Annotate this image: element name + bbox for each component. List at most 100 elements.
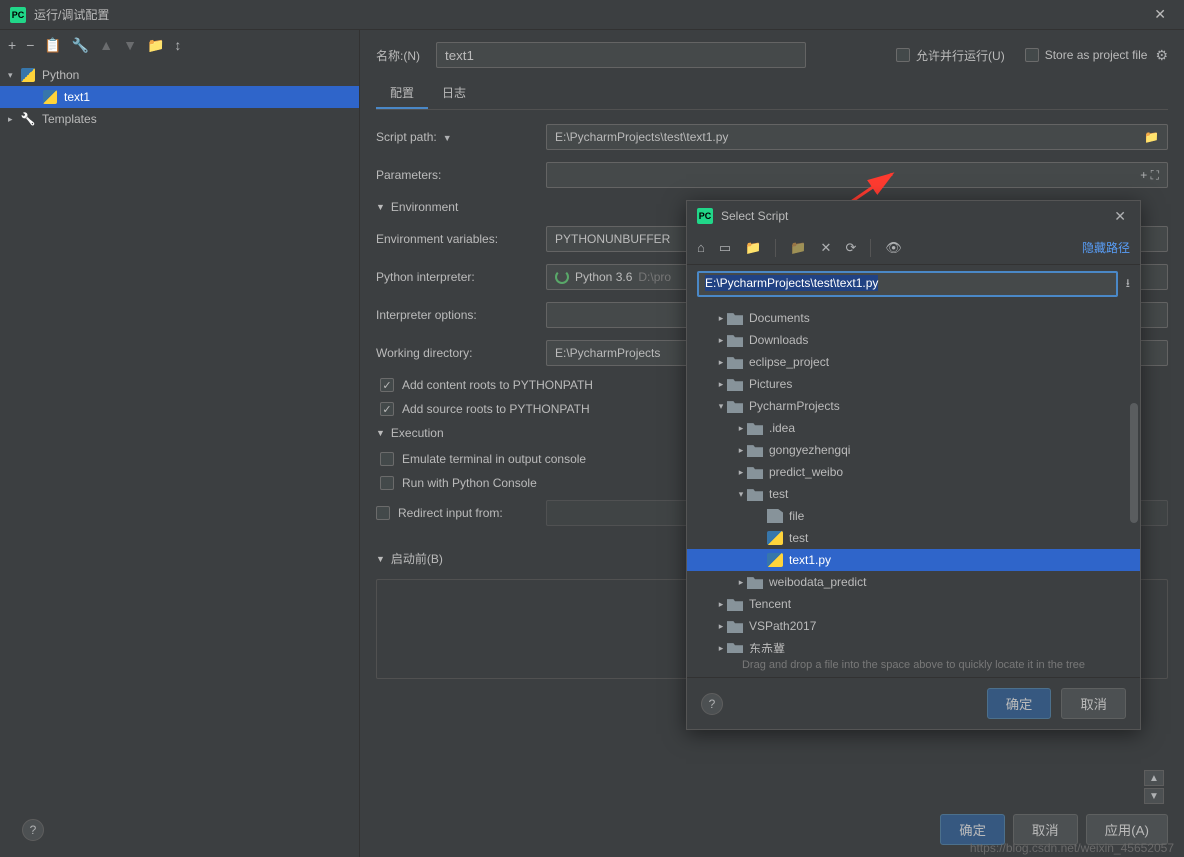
remove-icon[interactable]: − <box>26 37 34 53</box>
add-icon[interactable]: + <box>8 37 16 53</box>
select-script-dialog: PC Select Script ✕ ⌂ ▭ 📁 📁 ✕ ⟳ 👁 隐藏路径 E:… <box>686 200 1141 730</box>
scroll-down-icon[interactable]: ▼ <box>1144 788 1164 804</box>
tree-item-label: file <box>789 509 804 523</box>
tree-item-label: 东赤冀 <box>749 640 785 654</box>
tree-text1[interactable]: text1 <box>0 86 359 108</box>
script-path-label: Script path:▼ <box>376 130 546 144</box>
dialog-title: Select Script <box>721 209 1110 223</box>
tree-python[interactable]: ▾ Python <box>0 64 359 86</box>
sidebar: + − 📋 🔧 ▲ ▼ 📁 ↕ ▾ Python text1 ▸ Templat… <box>0 30 360 857</box>
close-icon[interactable]: ✕ <box>1146 2 1174 27</box>
tree-item[interactable]: ▸eclipse_project <box>687 351 1140 373</box>
sidebar-toolbar: + − 📋 🔧 ▲ ▼ 📁 ↕ <box>0 30 359 60</box>
sort-icon[interactable]: ↕ <box>174 37 181 53</box>
browse-icon[interactable]: 📁 <box>1144 130 1159 144</box>
checkbox-icon[interactable] <box>376 506 390 520</box>
folder-icon <box>727 597 743 611</box>
tree-item[interactable]: ▾PycharmProjects <box>687 395 1140 417</box>
tree-item[interactable]: ▸Pictures <box>687 373 1140 395</box>
tree-item[interactable]: ▸predict_weibo <box>687 461 1140 483</box>
tree-item[interactable]: ▸Downloads <box>687 329 1140 351</box>
tree-item-label: Tencent <box>749 597 791 611</box>
tree-item[interactable]: test <box>687 527 1140 549</box>
name-label: 名称:(N) <box>376 47 436 64</box>
tree-item[interactable]: text1.py <box>687 549 1140 571</box>
env-vars-label: Environment variables: <box>376 232 546 246</box>
checkbox-icon[interactable] <box>380 378 394 392</box>
desktop-icon[interactable]: ▭ <box>719 240 731 256</box>
wrench-icon <box>20 111 36 127</box>
refresh-icon[interactable]: ⟳ <box>845 240 856 256</box>
tree-item[interactable]: ▸.idea <box>687 417 1140 439</box>
folder-icon <box>727 377 743 391</box>
folder-icon <box>727 333 743 347</box>
file-tree[interactable]: ▸Documents▸Downloads▸eclipse_project▸Pic… <box>687 303 1140 653</box>
workdir-label: Working directory: <box>376 346 546 360</box>
folder-icon <box>747 443 763 457</box>
dialog-ok-button[interactable]: 确定 <box>987 688 1052 719</box>
checkbox-icon[interactable] <box>380 476 394 490</box>
up-icon[interactable]: ▲ <box>99 37 113 53</box>
help-button[interactable]: ? <box>701 693 723 715</box>
window-title: 运行/调试配置 <box>34 6 1146 23</box>
dialog-hint: Drag and drop a file into the space abov… <box>687 653 1140 677</box>
arrow-icon: ▸ <box>735 423 747 434</box>
arrow-icon: ▸ <box>715 357 727 368</box>
arrow-icon: ▾ <box>735 489 747 500</box>
close-icon[interactable]: ✕ <box>1110 208 1130 225</box>
script-path-input[interactable]: E:\PycharmProjects\test\text1.py 📁 <box>546 124 1168 150</box>
tab-config[interactable]: 配置 <box>376 78 428 109</box>
scroll-up-icon[interactable]: ▲ <box>1144 770 1164 786</box>
home-icon[interactable]: ⌂ <box>697 240 705 255</box>
config-tree: ▾ Python text1 ▸ Templates <box>0 60 359 857</box>
copy-icon[interactable]: 📋 <box>44 37 61 54</box>
dialog-cancel-button[interactable]: 取消 <box>1061 688 1126 719</box>
name-input[interactable] <box>436 42 806 68</box>
chevron-down-icon: ▼ <box>376 202 385 212</box>
allow-parallel-option[interactable]: 允许并行运行(U) <box>896 47 1005 64</box>
python-icon <box>20 67 36 83</box>
tree-label: Templates <box>42 112 97 126</box>
tree-item[interactable]: ▸东赤冀 <box>687 637 1140 653</box>
gear-icon[interactable]: ⚙ <box>1155 47 1168 64</box>
checkbox-icon[interactable] <box>380 402 394 416</box>
tree-item[interactable]: ▸VSPath2017 <box>687 615 1140 637</box>
tabs: 配置 日志 <box>376 78 1168 110</box>
tree-item-label: predict_weibo <box>769 465 843 479</box>
new-folder-icon[interactable]: 📁 <box>790 240 806 256</box>
watermark: https://blog.csdn.net/weixin_45652057 <box>970 841 1174 855</box>
parameters-label: Parameters: <box>376 168 546 182</box>
tree-item[interactable]: file <box>687 505 1140 527</box>
show-hidden-icon[interactable]: 👁 <box>885 240 902 256</box>
checkbox-icon[interactable] <box>896 48 910 62</box>
tab-logs[interactable]: 日志 <box>428 78 480 109</box>
plus-icon[interactable]: + ⛶ <box>1140 168 1159 183</box>
folder-icon[interactable]: 📁 <box>147 37 164 54</box>
tree-item-label: Documents <box>749 311 810 325</box>
hide-path-link[interactable]: 隐藏路径 <box>1082 239 1130 256</box>
parameters-input[interactable]: + ⛶ <box>546 162 1168 188</box>
folder-icon <box>747 575 763 589</box>
down-icon[interactable]: ▼ <box>123 37 137 53</box>
tree-item-label: test <box>789 531 808 545</box>
project-icon[interactable]: 📁 <box>745 240 761 256</box>
history-icon[interactable]: ⭳ <box>1126 274 1130 295</box>
store-project-option[interactable]: Store as project file <box>1025 48 1148 62</box>
tree-templates[interactable]: ▸ Templates <box>0 108 359 130</box>
tree-item[interactable]: ▸gongyezhengqi <box>687 439 1140 461</box>
chevron-down-icon: ▼ <box>376 554 385 564</box>
help-button[interactable]: ? <box>22 819 44 841</box>
checkbox-icon[interactable] <box>380 452 394 466</box>
chevron-down-icon[interactable]: ▼ <box>443 133 452 143</box>
tree-item[interactable]: ▸weibodata_predict <box>687 571 1140 593</box>
wrench-icon[interactable]: 🔧 <box>72 37 89 54</box>
path-input[interactable]: E:\PycharmProjects\test\text1.py <box>697 271 1118 297</box>
arrow-icon: ▸ <box>715 621 727 632</box>
tree-item[interactable]: ▸Tencent <box>687 593 1140 615</box>
checkbox-icon[interactable] <box>1025 48 1039 62</box>
tree-item[interactable]: ▾test <box>687 483 1140 505</box>
pycharm-icon: PC <box>697 208 713 224</box>
tree-item[interactable]: ▸Documents <box>687 307 1140 329</box>
delete-icon[interactable]: ✕ <box>821 240 832 256</box>
interp-opts-label: Interpreter options: <box>376 308 546 322</box>
